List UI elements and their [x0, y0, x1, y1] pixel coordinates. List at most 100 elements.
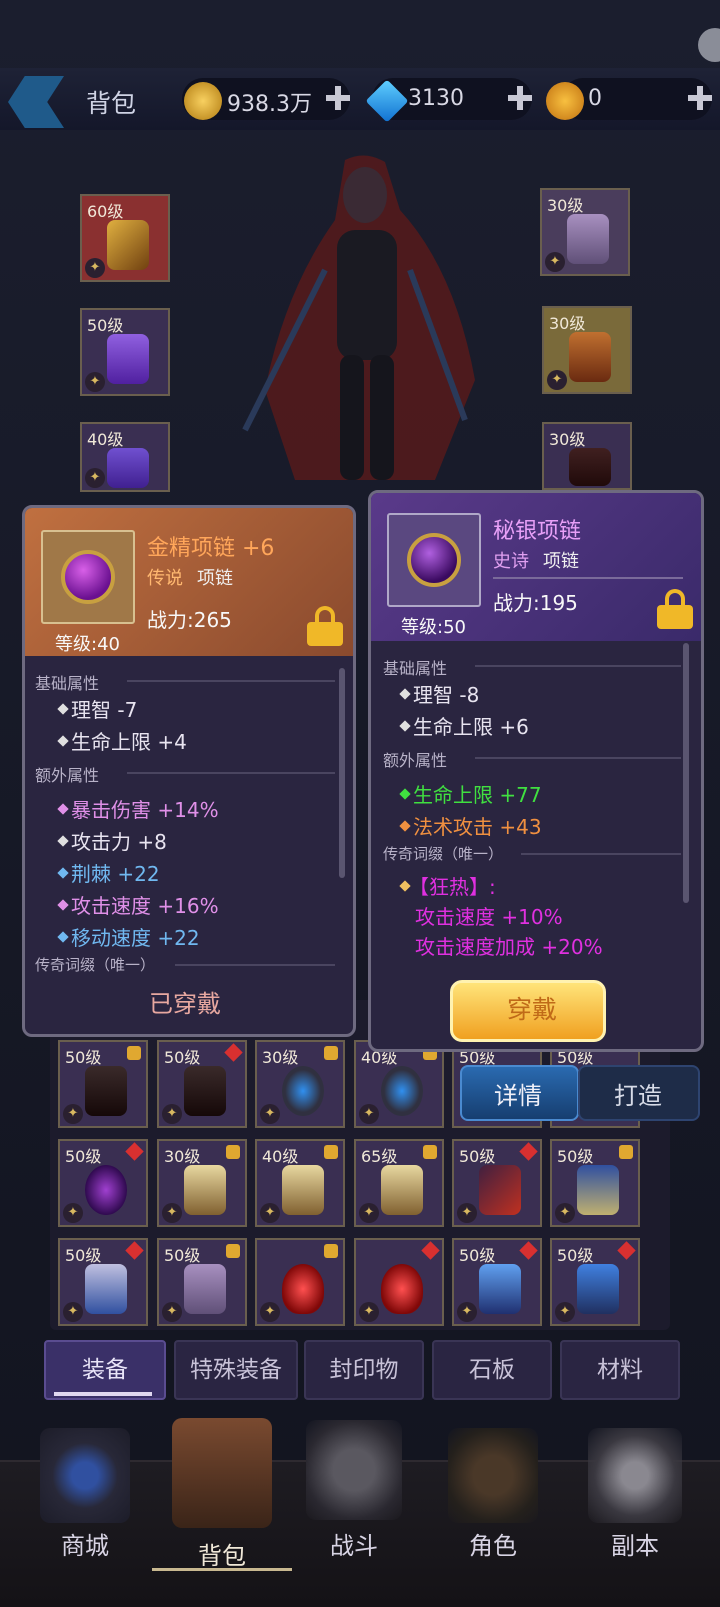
legend-name: 【狂热】:: [409, 875, 496, 899]
nav-character[interactable]: 角色: [448, 1526, 538, 1561]
inventory-item[interactable]: 50级 ✦: [58, 1040, 148, 1128]
bullet-icon: [57, 931, 69, 943]
tab-equipment[interactable]: 装备: [44, 1340, 166, 1400]
divider: [127, 680, 335, 682]
tab-special-equipment[interactable]: 特殊装备: [174, 1340, 298, 1400]
star-icon: ✦: [457, 1203, 477, 1223]
inventory-item[interactable]: 40级 ✦: [354, 1040, 444, 1128]
item-level: 50级: [164, 1246, 201, 1265]
item-level: 等级:50: [401, 617, 466, 638]
red-gem-icon: [519, 1241, 538, 1260]
item-power: 战力:265: [147, 608, 232, 632]
lock-icon: [324, 1046, 338, 1060]
inventory-item[interactable]: 50级 ✦: [452, 1238, 542, 1326]
bullet-icon: [399, 688, 411, 700]
inventory-item[interactable]: 30级 ✦: [255, 1040, 345, 1128]
nav-dungeon[interactable]: 副本: [588, 1526, 682, 1561]
extra-attr: 移动速度 +22: [71, 926, 200, 950]
scrollbar[interactable]: [339, 668, 345, 878]
nav-battle[interactable]: 战斗: [306, 1526, 402, 1561]
nav-backpack[interactable]: 背包: [172, 1536, 272, 1571]
tab-seals[interactable]: 封印物: [304, 1340, 424, 1400]
inventory-item[interactable]: 50级 ✦: [550, 1139, 640, 1227]
shoulder-icon: [184, 1165, 226, 1215]
nav-shop[interactable]: 商城: [40, 1526, 130, 1561]
item-level: 等级:40: [55, 634, 120, 655]
potion-icon: [282, 1264, 324, 1314]
inventory-item[interactable]: 50级 ✦: [550, 1238, 640, 1326]
basic-attr: 理智 -7: [71, 698, 138, 722]
armor-icon: [107, 334, 149, 384]
slot-level: 30级: [549, 314, 586, 333]
item-quality: 史诗: [493, 551, 529, 572]
extra-attr: 法术攻击 +43: [413, 815, 542, 839]
equip-slot-armor[interactable]: 50级 ✦: [80, 308, 170, 396]
red-gem-icon: [519, 1142, 538, 1161]
inventory-item[interactable]: 50级 ✦: [157, 1040, 247, 1128]
staff-icon: [479, 1165, 521, 1215]
lock-icon[interactable]: [307, 606, 343, 646]
slot-level: 60级: [87, 202, 124, 221]
inventory-item[interactable]: 50级 ✦: [58, 1238, 148, 1326]
legend-line: 攻击速度 +10%: [415, 905, 563, 929]
equipped-status: 已穿戴: [149, 990, 221, 1018]
tab-slates[interactable]: 石板: [432, 1340, 552, 1400]
inventory-item[interactable]: ✦: [255, 1238, 345, 1326]
bullet-icon: [57, 867, 69, 879]
extra-attr: 荆棘 +22: [71, 862, 160, 886]
divider: [493, 577, 683, 579]
extra-attr: 攻击速度 +16%: [71, 894, 219, 918]
slot-level: 40级: [87, 430, 124, 449]
dungeon-map-icon: [588, 1428, 682, 1523]
item-type: 项链: [543, 551, 579, 572]
crown-icon: [546, 82, 584, 120]
inventory-item[interactable]: 50级 ✦: [157, 1238, 247, 1326]
extra-attr: 攻击力 +8: [71, 830, 167, 854]
bullet-icon: [399, 820, 411, 832]
scrollbar[interactable]: [683, 643, 689, 903]
equip-slot-wings[interactable]: 30级 ✦: [540, 188, 630, 276]
red-gem-icon: [617, 1241, 636, 1260]
item-level: 50级: [65, 1147, 102, 1166]
spear-icon: [107, 220, 149, 270]
equip-slot-boots[interactable]: 30级: [542, 422, 632, 490]
inventory-item[interactable]: 50级 ✦: [452, 1139, 542, 1227]
armor-icon: [577, 1264, 619, 1314]
inventory-item[interactable]: 40级 ✦: [255, 1139, 345, 1227]
equip-slot-weapon[interactable]: 60级 ✦: [80, 194, 170, 282]
lock-icon[interactable]: [657, 589, 693, 629]
slot-level: 30级: [547, 196, 584, 215]
item-level: 50级: [557, 1147, 594, 1166]
star-icon: ✦: [359, 1104, 379, 1124]
inventory-item[interactable]: ✦: [354, 1238, 444, 1326]
star-icon: ✦: [260, 1203, 280, 1223]
star-icon: ✦: [359, 1203, 379, 1223]
pants-icon: [107, 448, 149, 488]
add-crown-icon[interactable]: [688, 86, 712, 110]
nav-active-underline: [152, 1568, 292, 1571]
bullet-icon: [57, 835, 69, 847]
item-level: 30级: [262, 1048, 299, 1067]
helmet-icon: [479, 1264, 521, 1314]
basic-attr: 生命上限 +4: [71, 730, 187, 754]
equip-slot-pants[interactable]: 40级 ✦: [80, 422, 170, 492]
ring-icon: [381, 1066, 423, 1116]
tab-materials[interactable]: 材料: [560, 1340, 680, 1400]
potion-icon: [381, 1264, 423, 1314]
gold-coin-icon: [184, 82, 222, 120]
add-diamond-icon[interactable]: [508, 86, 532, 110]
item-icon-frame: [41, 530, 135, 624]
inventory-item[interactable]: 30级 ✦: [157, 1139, 247, 1227]
item-quality: 传说: [147, 568, 183, 589]
necklace-icon: [85, 1165, 127, 1215]
shop-book-icon: [40, 1428, 130, 1523]
inventory-item[interactable]: 50级 ✦: [58, 1139, 148, 1227]
inventory-item[interactable]: 65级 ✦: [354, 1139, 444, 1227]
equip-slot-helmet[interactable]: 30级 ✦: [542, 306, 632, 394]
star-icon: ✦: [359, 1302, 379, 1322]
star-icon: ✦: [85, 258, 105, 278]
divider: [521, 853, 681, 855]
basic-attr: 理智 -8: [413, 683, 480, 707]
backpack-icon: [172, 1418, 272, 1528]
add-gold-icon[interactable]: [326, 86, 350, 110]
